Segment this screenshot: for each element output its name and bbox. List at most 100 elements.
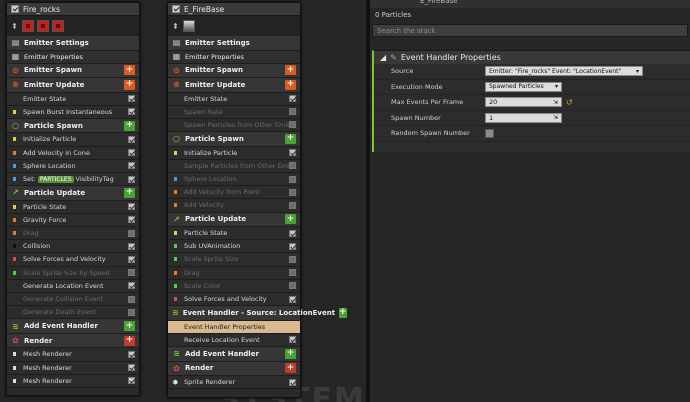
module-enable-checkbox[interactable] [289, 108, 296, 116]
pin-icon[interactable]: ⇞ [11, 22, 19, 31]
module-row[interactable]: Mesh Renderer [7, 374, 139, 388]
module-enable-checkbox[interactable] [128, 364, 135, 372]
module-enable-checkbox[interactable] [289, 188, 296, 196]
module-row[interactable]: Sub UVAnimation [168, 240, 300, 254]
module-row[interactable]: Scale Sprite Size by Speed [7, 266, 139, 280]
module-row[interactable]: Event Handler Properties [168, 320, 300, 334]
emitter-node-fire-base[interactable]: E_FireBase ⇞ ▤ Emitter Settings ▦ Emitter P… [167, 2, 347, 398]
module-row[interactable]: Add Velocity [168, 199, 300, 213]
stack-group-header[interactable]: ✿ Render + [7, 333, 139, 349]
collapse-arrow-icon[interactable]: ◢ [380, 53, 386, 62]
module-enable-checkbox[interactable] [128, 95, 135, 103]
module-enable-checkbox[interactable] [289, 242, 296, 250]
module-enable-checkbox[interactable] [128, 175, 135, 183]
add-module-button[interactable]: + [339, 307, 347, 318]
stack-group-header[interactable]: ▤ Emitter Settings [7, 36, 139, 51]
module-row[interactable]: Add Velocity in Cone [7, 146, 139, 160]
stack-group-header[interactable]: ⊙ Emitter Spawn + [168, 63, 300, 78]
module-row[interactable]: Initialize Particle [168, 146, 300, 160]
emitter-enable-checkbox[interactable] [11, 5, 19, 13]
add-module-button[interactable]: + [285, 214, 296, 225]
module-row[interactable]: Solve Forces and Velocity [7, 253, 139, 267]
module-enable-checkbox[interactable] [128, 135, 135, 143]
stack-group-header[interactable]: ↗ Particle Update + [7, 186, 139, 201]
reset-to-default-icon[interactable]: ↺ [566, 98, 573, 107]
emitter-enable-checkbox[interactable] [172, 5, 180, 13]
stack-group-header[interactable]: ▤ Emitter Settings [168, 36, 300, 51]
module-row[interactable]: Add Velocity from Point [168, 186, 300, 200]
module-row[interactable]: Sphere Location [168, 172, 300, 187]
module-row[interactable]: Spawn Rate [168, 105, 300, 119]
module-enable-checkbox[interactable] [128, 308, 135, 316]
module-row[interactable]: Drag [7, 227, 139, 241]
number-input[interactable]: 20 ⇲ [485, 97, 562, 108]
module-enable-checkbox[interactable] [289, 175, 296, 183]
property-dropdown[interactable]: Spawned Particles ▾ [485, 81, 562, 92]
module-row[interactable]: Generate Collision Event [7, 292, 139, 307]
add-module-button[interactable]: + [124, 335, 135, 346]
emitter-title-bar[interactable]: E_FireBase [168, 3, 300, 16]
add-module-button[interactable]: + [124, 321, 135, 332]
module-row[interactable]: Generate Location Event [7, 279, 139, 293]
module-row[interactable]: Drag [168, 266, 300, 280]
property-dropdown[interactable]: Emitter: "Fire_rocks" Event: "LocationEv… [485, 66, 643, 77]
stack-group-header[interactable]: ○ Particle Spawn + [168, 132, 300, 147]
stack-group-header[interactable]: ○ Particle Spawn + [7, 118, 139, 134]
emitter-title-bar[interactable]: Fire_rocks [7, 3, 139, 16]
module-enable-checkbox[interactable] [128, 108, 135, 116]
module-row[interactable]: Set: PARTICLES VisibilityTag [7, 172, 139, 187]
add-module-button[interactable]: + [285, 363, 296, 374]
add-module-button[interactable]: + [285, 133, 296, 144]
stack-group-header[interactable]: ✿ Render + [168, 361, 300, 376]
module-enable-checkbox[interactable] [289, 162, 296, 170]
module-row[interactable]: Emitter State [168, 92, 300, 106]
pin-icon[interactable]: ⇞ [172, 22, 180, 31]
module-row[interactable]: Particle State [168, 227, 300, 241]
stack-group-header[interactable]: ≋ Add Event Handler + [168, 347, 300, 362]
module-enable-checkbox[interactable] [128, 377, 135, 385]
module-enable-checkbox[interactable] [128, 149, 135, 157]
module-enable-checkbox[interactable] [128, 295, 135, 303]
section-header[interactable]: ◢ ✎ Event Handler Properties [374, 51, 690, 64]
module-enable-checkbox[interactable] [289, 229, 296, 237]
module-enable-checkbox[interactable] [289, 282, 296, 290]
module-row[interactable]: Receive Location Event [168, 333, 300, 347]
module-enable-checkbox[interactable] [128, 350, 135, 358]
module-enable-checkbox[interactable] [289, 378, 296, 386]
module-row[interactable]: Particle State [7, 200, 139, 214]
module-row[interactable]: Sample Particles from Other Emitter [168, 159, 300, 173]
module-enable-checkbox[interactable] [289, 295, 296, 303]
emitter-node-fire-rocks[interactable]: Fire_rocks ⇞ ▤ Emitter Settings ▦ Emitter P… [6, 2, 140, 396]
stack-group-header[interactable]: ⊛ Emitter Update + [7, 78, 139, 93]
module-row[interactable]: Emitter State [7, 92, 139, 106]
system-graph[interactable]: SYSTEM Fire_rocks ⇞ ▤Emitter Settings▦Em… [0, 0, 366, 402]
property-checkbox[interactable] [485, 128, 494, 138]
module-row[interactable]: Spawn Burst Instantaneous [7, 105, 139, 119]
module-enable-checkbox[interactable] [289, 95, 296, 103]
module-row[interactable]: Collision [7, 240, 139, 254]
module-row[interactable]: Sphere Location [7, 159, 139, 173]
module-enable-checkbox[interactable] [128, 229, 135, 237]
stack-group-header[interactable]: ↗ Particle Update + [168, 212, 300, 227]
module-enable-checkbox[interactable] [128, 282, 135, 290]
module-enable-checkbox[interactable] [289, 255, 296, 263]
add-module-button[interactable]: + [285, 65, 296, 76]
module-row[interactable]: Generate Death Event [7, 306, 139, 320]
module-enable-checkbox[interactable] [128, 269, 135, 277]
add-module-button[interactable]: + [124, 120, 135, 131]
module-enable-checkbox[interactable] [128, 216, 135, 224]
module-enable-checkbox[interactable] [128, 255, 135, 263]
add-module-button[interactable]: + [285, 348, 296, 359]
module-enable-checkbox[interactable] [289, 201, 296, 209]
module-row[interactable]: Scale Sprite Size [168, 253, 300, 267]
module-row[interactable]: Spawn Particles from Other Emitter [168, 118, 300, 133]
module-row[interactable]: Scale Color [168, 279, 300, 293]
search-stack-input[interactable]: Search the stack [372, 24, 688, 37]
add-module-button[interactable]: + [124, 187, 135, 198]
module-row[interactable]: Solve Forces and Velocity [168, 292, 300, 307]
add-module-button[interactable]: + [124, 79, 135, 90]
module-enable-checkbox[interactable] [289, 149, 296, 157]
module-enable-checkbox[interactable] [128, 242, 135, 250]
add-module-button[interactable]: + [124, 65, 135, 76]
module-row[interactable]: Initialize Particle [7, 133, 139, 147]
